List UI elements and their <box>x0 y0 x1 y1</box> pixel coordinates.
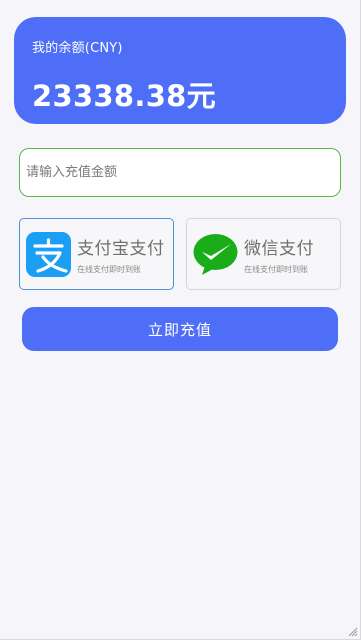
wechat-pay-subtitle: 在线支付即时到账 <box>244 265 308 274</box>
resize-grip-icon[interactable] <box>346 625 358 637</box>
alipay-option[interactable]: 支付宝支付 在线支付即时到账 <box>19 218 174 290</box>
alipay-icon <box>26 232 71 277</box>
balance-label: 我的余额(CNY) <box>32 41 123 56</box>
recharge-button[interactable]: 立即充值 <box>22 307 338 351</box>
wechat-pay-option[interactable]: 微信支付 在线支付即时到账 <box>186 218 341 290</box>
balance-card: 我的余额(CNY) 23338.38元 <box>14 17 346 124</box>
balance-amount: 23338.38元 <box>32 79 216 113</box>
alipay-subtitle: 在线支付即时到账 <box>77 265 141 274</box>
alipay-label: 支付宝支付 <box>77 239 165 259</box>
wechat-pay-icon <box>193 234 238 275</box>
wechat-pay-label: 微信支付 <box>244 239 314 259</box>
recharge-amount-input[interactable] <box>19 148 341 197</box>
